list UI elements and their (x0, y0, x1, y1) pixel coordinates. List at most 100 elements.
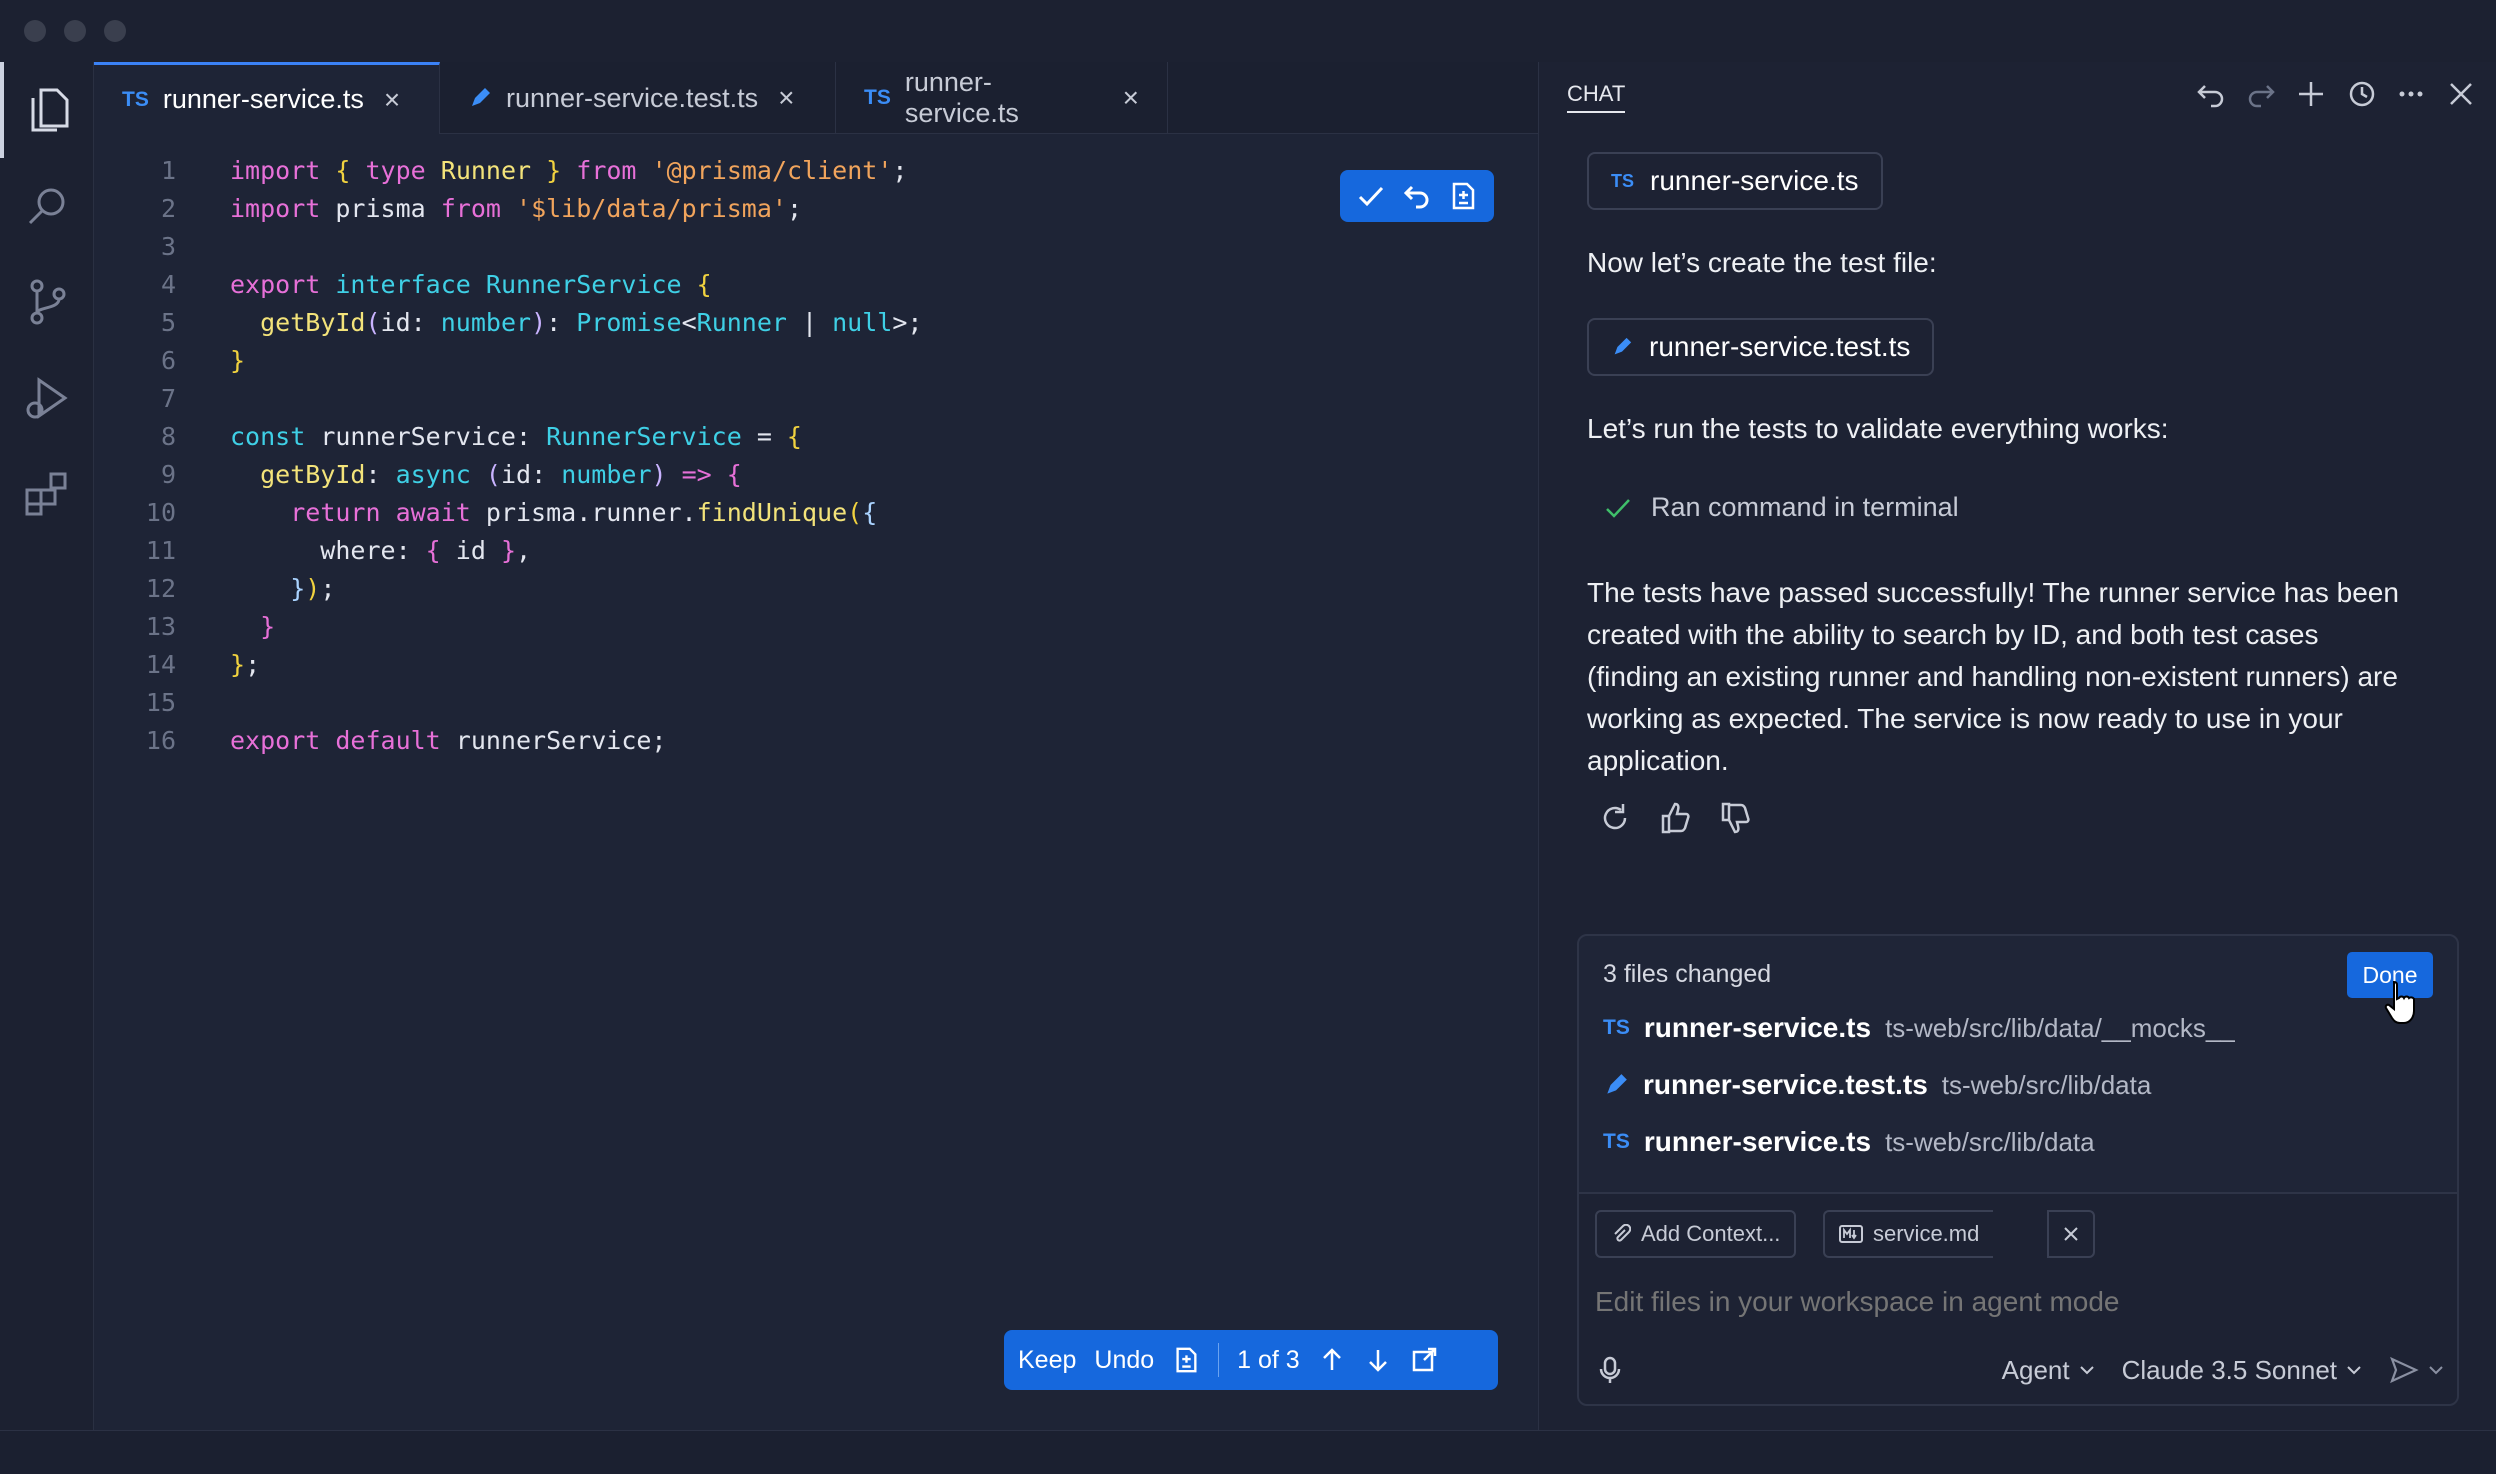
tab-runner-service-2[interactable]: TS runner-service.ts × (836, 62, 1168, 134)
code-line: 13 } (145, 612, 276, 641)
editor-tab-bar: TS runner-service.ts × runner-service.te… (94, 62, 1538, 134)
terminal-step[interactable]: Ran command in terminal (1603, 492, 1959, 523)
tab-chat[interactable]: CHAT (1567, 77, 1626, 113)
changed-file-item[interactable]: TS runner-service.ts ts-web/src/lib/data (1603, 1126, 2095, 1158)
attachment-label: service.md (1873, 1221, 1980, 1246)
close-icon[interactable] (2445, 78, 2477, 110)
minimize-window-button[interactable] (64, 20, 86, 42)
code-line: 8 const runnerService: RunnerService = { (160, 422, 802, 451)
diff-file-icon[interactable] (1448, 181, 1478, 211)
keep-button[interactable]: Keep (1018, 1346, 1076, 1375)
source-control-icon[interactable] (0, 254, 94, 350)
code-line: 16 export default runnerService; (145, 726, 667, 755)
code-line: 10 return await prisma.runner.findUnique… (145, 498, 878, 527)
remove-attachment-button[interactable] (2047, 1210, 2095, 1258)
attachment-chip[interactable]: service.md (1823, 1210, 1994, 1258)
retry-icon[interactable] (1597, 800, 1633, 836)
inline-edit-actions (1340, 170, 1494, 222)
diff-file-icon[interactable] (1172, 1346, 1200, 1374)
arrow-up-icon[interactable] (1318, 1346, 1346, 1374)
tab-label: runner-service.ts (904, 67, 1019, 128)
model-label: Claude 3.5 Sonnet (2121, 1354, 2337, 1385)
close-icon[interactable]: × (384, 84, 400, 116)
code-line: 15 (145, 688, 176, 717)
explorer-icon[interactable] (0, 62, 94, 158)
close-window-button[interactable] (24, 20, 46, 42)
plus-icon[interactable] (2295, 78, 2327, 110)
chevron-down-icon (2347, 1366, 2361, 1375)
file-name: runner-service.ts (1643, 1012, 1872, 1043)
close-icon[interactable]: × (1123, 82, 1139, 114)
changed-file-item[interactable]: runner-service.test.ts ts-web/src/lib/da… (1603, 1069, 2151, 1101)
chip-label: runner-service.test.ts (1649, 331, 1911, 362)
typescript-icon: TS (1611, 170, 1635, 191)
arrow-down-icon[interactable] (1364, 1346, 1392, 1374)
chevron-down-icon (2429, 1366, 2443, 1375)
file-reference-chip[interactable]: runner-service.test.ts (1587, 318, 1935, 376)
mode-select[interactable]: Agent (2002, 1355, 2096, 1386)
typescript-icon: TS (1603, 1016, 1630, 1039)
maximize-window-button[interactable] (104, 20, 126, 42)
microphone-icon[interactable] (1595, 1355, 1625, 1385)
history-icon[interactable] (2345, 78, 2377, 110)
pen-icon (1614, 337, 1632, 355)
title-bar (0, 0, 2496, 62)
code-line: 11 where: { id }, (145, 536, 532, 565)
code-line: 2 import prisma from '$lib/data/prisma'; (160, 194, 803, 223)
code-line: 6} (160, 346, 246, 375)
file-reference-chip[interactable]: TS runner-service.ts (1587, 152, 1883, 210)
chat-panel: CHAT TS runner-service.ts Now let’s crea… (1538, 62, 2496, 1430)
tab-label: runner-service.ts (162, 84, 364, 114)
chat-input-toolbar: Agent Claude 3.5 Sonnet (1595, 1346, 2445, 1394)
tab-runner-service-test[interactable]: runner-service.test.ts × (440, 62, 836, 134)
code-line: 1 import { type Runner } from '@prisma/cl… (160, 156, 908, 185)
chat-message: Now let’s create the test file: (1587, 247, 1937, 278)
file-path: ts-web/src/lib/data (1941, 1069, 2152, 1100)
changed-file-item[interactable]: TS runner-service.ts ts-web/src/lib/data… (1603, 1012, 2235, 1044)
change-counter: 1 of 3 (1237, 1345, 1300, 1374)
tab-runner-service[interactable]: TS runner-service.ts × (94, 62, 440, 134)
chat-input-box: Add Context... service.md Agent Claude 3… (1577, 1192, 2459, 1406)
file-name: runner-service.test.ts (1643, 1069, 1928, 1100)
undo-icon[interactable] (2195, 78, 2227, 110)
activity-bar (0, 62, 94, 1430)
search-icon[interactable] (0, 158, 94, 254)
add-context-label: Add Context... (1641, 1221, 1781, 1246)
code-line: 12 }); (145, 574, 336, 603)
close-icon[interactable]: × (778, 82, 794, 114)
accept-icon[interactable] (1356, 181, 1386, 211)
file-name: runner-service.ts (1643, 1126, 1872, 1157)
code-line: 3 (160, 232, 176, 261)
redo-icon[interactable] (2245, 78, 2277, 110)
paperclip-icon (1614, 1224, 1631, 1242)
change-review-toolbar: Keep Undo 1 of 3 (1004, 1330, 1498, 1390)
tab-label: runner-service.test.ts (506, 82, 759, 113)
thumbs-up-icon[interactable] (1657, 800, 1693, 836)
check-icon (1606, 498, 1630, 518)
extensions-icon[interactable] (0, 446, 94, 542)
chat-input[interactable] (1595, 1286, 2435, 1318)
add-context-button[interactable]: Add Context... (1595, 1210, 1797, 1258)
markdown-icon (1839, 1225, 1863, 1243)
undo-icon[interactable] (1402, 181, 1432, 211)
changed-files-panel: 3 files changed Done TS runner-service.t… (1577, 934, 2459, 1194)
changed-files-title: 3 files changed (1603, 960, 1772, 988)
code-line: 7 (160, 384, 176, 413)
thumbs-down-icon[interactable] (1717, 800, 1753, 836)
code-editor[interactable]: 1 import { type Runner } from '@prisma/cl… (94, 152, 1538, 760)
run-debug-icon[interactable] (0, 350, 94, 446)
code-line: 4 export interface RunnerService { (160, 270, 712, 299)
divider (1218, 1343, 1220, 1377)
file-path: ts-web/src/lib/data (1885, 1126, 2095, 1157)
chat-header: CHAT (1539, 62, 2496, 128)
model-select[interactable]: Claude 3.5 Sonnet (2122, 1355, 2363, 1386)
send-button[interactable] (2389, 1355, 2445, 1385)
undo-button[interactable]: Undo (1094, 1346, 1154, 1375)
typescript-icon: TS (1603, 1130, 1630, 1153)
open-external-icon[interactable] (1410, 1346, 1438, 1374)
chip-label: runner-service.ts (1650, 165, 1859, 196)
code-line: 14}; (145, 650, 261, 679)
hand-cursor-icon (2384, 980, 2415, 1024)
more-icon[interactable] (2395, 78, 2427, 110)
close-icon (2064, 1227, 2078, 1241)
